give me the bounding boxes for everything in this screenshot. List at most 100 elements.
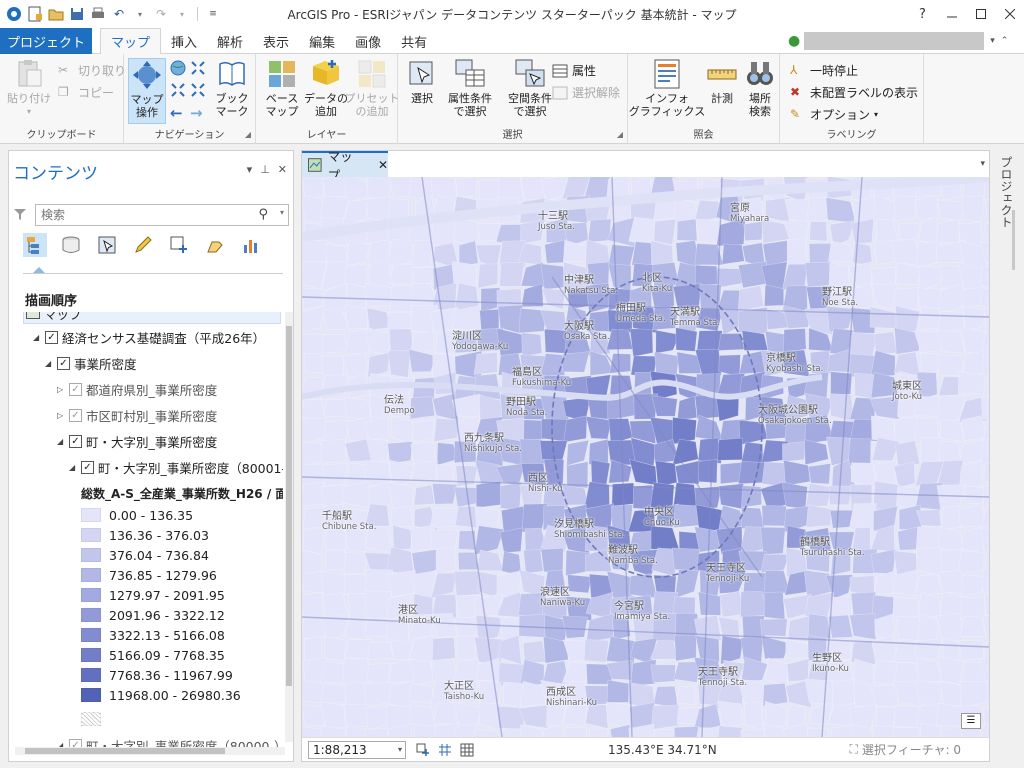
tree-row-municipality[interactable]: ▷ ✓ 市区町村別_事業所密度 xyxy=(57,404,217,426)
add-data-button[interactable]: データの 追加 xyxy=(304,58,348,118)
explore-button[interactable]: マップ 操作 xyxy=(128,58,166,124)
measure-button[interactable]: 計測 xyxy=(704,58,740,105)
map-notes-icon[interactable]: ☰ xyxy=(961,713,981,729)
tab-share[interactable]: 共有 xyxy=(391,28,437,54)
expand-icon[interactable]: ▷ xyxy=(57,411,69,420)
navigation-launcher-icon[interactable]: ◢ xyxy=(245,130,251,139)
list-by-charts-icon[interactable] xyxy=(239,233,263,257)
basemap-button[interactable]: ベース マップ xyxy=(262,58,302,118)
close-button[interactable] xyxy=(995,0,1024,28)
scroll-thumb[interactable] xyxy=(286,326,292,686)
redo-dropdown-icon[interactable]: ▾ xyxy=(174,6,190,22)
full-extent-button[interactable] xyxy=(170,60,186,76)
select-by-location-button[interactable]: 空間条件 で選択 xyxy=(502,58,558,118)
zoom-in-button[interactable] xyxy=(170,82,186,98)
tree-row-town-layer[interactable]: ◢ ✓ 町・大字別_事業所密度（80001-） xyxy=(69,456,283,478)
filter-icon[interactable] xyxy=(13,207,27,225)
expand-icon[interactable]: ▷ xyxy=(57,385,69,394)
side-scrollbar[interactable] xyxy=(1012,210,1015,270)
search-dropdown-icon[interactable]: ▾ xyxy=(280,208,284,217)
visibility-checkbox[interactable]: ✓ xyxy=(69,408,82,422)
tree-row-density-group[interactable]: ◢ ✓ 事業所密度 xyxy=(45,352,137,374)
copy-button[interactable]: ❐ コピー xyxy=(58,84,114,101)
infographics-button[interactable]: インフォ グラフィックス xyxy=(629,58,705,118)
pause-labeling-button[interactable]: ⅄ 一時停止 xyxy=(790,62,858,79)
list-by-selection-icon[interactable] xyxy=(95,233,119,257)
scroll-thumb[interactable] xyxy=(25,748,225,754)
fixed-zoom-button[interactable] xyxy=(190,60,206,76)
grid-snap-icon[interactable] xyxy=(438,743,452,757)
unplaced-labels-button[interactable]: ✖ 未配置ラベルの表示 xyxy=(790,84,918,101)
undo-dropdown-icon[interactable]: ▾ xyxy=(132,6,148,22)
pane-menu-icon[interactable]: ▾ xyxy=(247,163,253,176)
user-dropdown-icon[interactable]: ▾ xyxy=(990,36,995,46)
tree-row-prefecture[interactable]: ▷ ✓ 都道府県別_事業所密度 xyxy=(57,378,217,400)
tab-map-view[interactable]: マップ ✕ xyxy=(302,149,388,183)
select-by-attributes-button[interactable]: 属性条件 で選択 xyxy=(442,58,498,118)
paste-button[interactable]: 貼り付け ▾ xyxy=(6,58,52,118)
visibility-checkbox[interactable]: ✓ xyxy=(45,330,58,344)
contents-vertical-scrollbar[interactable] xyxy=(285,312,293,742)
tab-edit[interactable]: 編集 xyxy=(299,28,345,54)
previous-extent-button[interactable]: ← xyxy=(170,104,186,122)
tab-insert[interactable]: 挿入 xyxy=(161,28,207,54)
visibility-checkbox[interactable]: ✓ xyxy=(69,434,82,448)
list-by-labeling-icon[interactable] xyxy=(203,233,227,257)
visibility-checkbox[interactable]: ✓ xyxy=(69,382,82,396)
search-icon[interactable]: ⚲ xyxy=(258,207,268,222)
new-project-icon[interactable] xyxy=(27,6,43,22)
customize-qat-icon[interactable]: ≡ xyxy=(205,6,221,22)
list-by-source-icon[interactable] xyxy=(59,233,83,257)
map-canvas[interactable]: 十三駅 Juso Sta. 宮原 Miyahara 中津駅 Nakatsu Sta. … xyxy=(302,177,989,737)
next-extent-button[interactable]: → xyxy=(190,104,206,122)
collapse-icon[interactable]: ◢ xyxy=(69,463,81,472)
tab-map[interactable]: マップ xyxy=(100,28,162,55)
contents-horizontal-scrollbar[interactable] xyxy=(15,747,285,755)
collapse-ribbon-icon[interactable]: ⌃ xyxy=(1001,36,1009,46)
scale-selector[interactable]: 1:88,213 ▾ xyxy=(308,740,406,759)
project-side-panel[interactable]: プロジェクト xyxy=(994,150,1018,762)
redo-icon[interactable]: ↷ xyxy=(153,6,169,22)
cut-button[interactable]: ✂ 切り取り xyxy=(58,62,126,79)
pin-icon[interactable]: ⊥ xyxy=(260,163,270,176)
list-by-drawing-order-icon[interactable] xyxy=(23,233,47,257)
pane-close-icon[interactable]: ✕ xyxy=(278,163,287,176)
contents-search[interactable]: ⚲ ▾ xyxy=(35,204,289,226)
visibility-checkbox[interactable]: ✓ xyxy=(81,460,94,474)
visibility-checkbox[interactable]: ✓ xyxy=(57,356,70,370)
selected-features-status[interactable]: ⛶ 選択フィーチャ: 0 xyxy=(849,741,961,758)
add-preset-button[interactable]: プリセット の追加 xyxy=(345,58,400,118)
list-by-snapping-icon[interactable] xyxy=(167,233,191,257)
table-grid-icon[interactable] xyxy=(460,743,474,757)
tree-row-map[interactable]: マップ xyxy=(23,312,281,324)
selection-launcher-icon[interactable]: ◢ xyxy=(617,130,623,139)
snapping-icon[interactable] xyxy=(416,743,430,757)
list-by-editing-icon[interactable] xyxy=(131,233,155,257)
attributes-button[interactable]: 属性 xyxy=(552,62,596,79)
print-icon[interactable] xyxy=(90,6,106,22)
tab-project[interactable]: プロジェクト xyxy=(0,28,92,54)
undo-icon[interactable]: ↶ xyxy=(111,6,127,22)
signed-in-user[interactable]: ● ▾ ⌃ xyxy=(788,32,1008,50)
locate-button[interactable]: 場所 検索 xyxy=(742,58,778,118)
maximize-button[interactable] xyxy=(966,0,995,28)
bookmarks-button[interactable]: ブック マーク xyxy=(212,58,252,118)
open-folder-icon[interactable] xyxy=(48,6,64,22)
map-views-dropdown-icon[interactable]: ▾ xyxy=(980,159,985,169)
collapse-icon[interactable]: ◢ xyxy=(45,359,57,368)
tree-row-census[interactable]: ◢ ✓ 経済センサス基礎調査（平成26年） xyxy=(33,326,265,348)
tab-view[interactable]: 表示 xyxy=(253,28,299,54)
help-button[interactable]: ? xyxy=(908,0,937,28)
tree-row-town[interactable]: ◢ ✓ 町・大字別_事業所密度 xyxy=(57,430,217,452)
collapse-icon[interactable]: ◢ xyxy=(33,333,45,342)
collapse-icon[interactable]: ◢ xyxy=(57,437,69,446)
zoom-out-button[interactable] xyxy=(190,82,206,98)
close-map-tab-icon[interactable]: ✕ xyxy=(378,158,388,172)
minimize-button[interactable] xyxy=(937,0,966,28)
select-button[interactable]: 選択 xyxy=(404,58,440,105)
save-icon[interactable] xyxy=(69,6,85,22)
tab-analysis[interactable]: 解析 xyxy=(207,28,253,54)
labeling-options-button[interactable]: ✎ オプション ▾ xyxy=(790,106,878,123)
tab-imagery[interactable]: 画像 xyxy=(345,28,391,54)
search-input[interactable] xyxy=(41,208,241,222)
